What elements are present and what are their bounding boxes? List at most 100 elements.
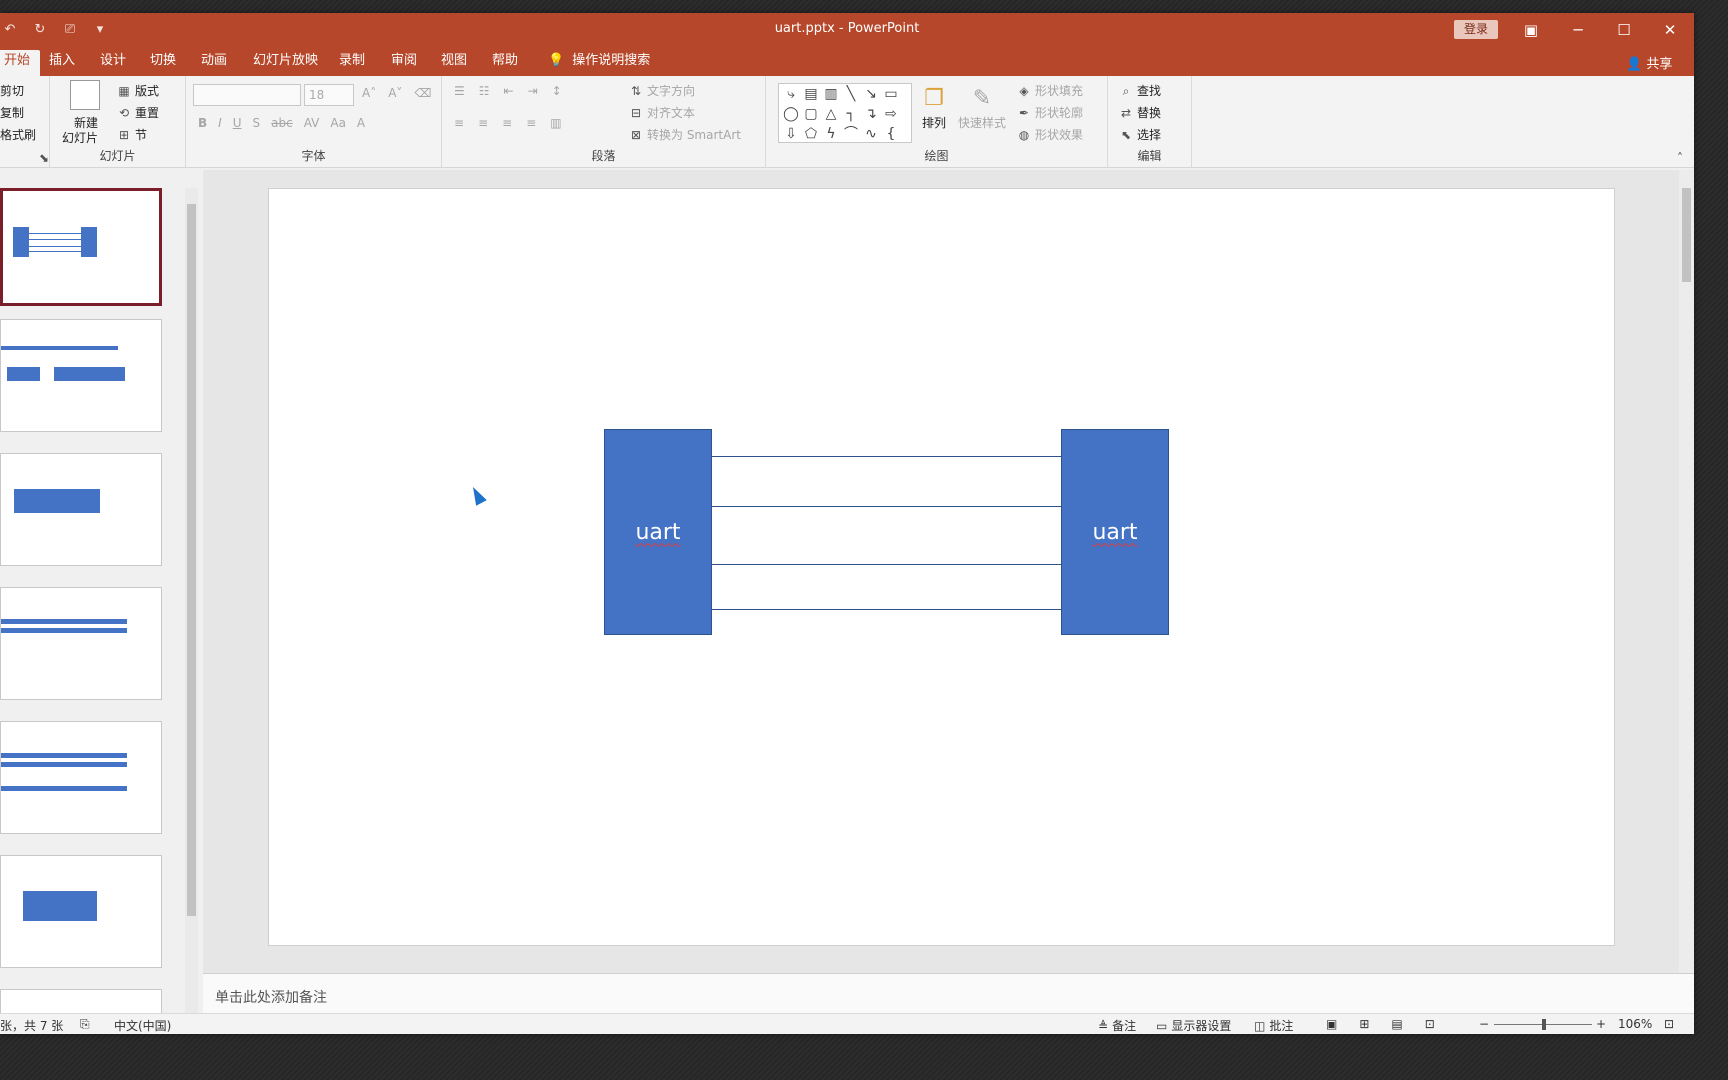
uart-left-shape[interactable]: uart: [604, 429, 712, 635]
slide-thumbnail-6[interactable]: [0, 855, 162, 968]
textbox-icon[interactable]: ▤: [801, 84, 821, 104]
thumbnails-scrollbar[interactable]: [185, 188, 198, 1024]
ribbon-display-options-icon[interactable]: ▣: [1508, 13, 1554, 46]
tab-slide-show[interactable]: 幻灯片放映: [243, 52, 328, 76]
strikethrough-icon[interactable]: abc: [271, 116, 293, 130]
normal-view-icon[interactable]: ▣: [1326, 1017, 1337, 1031]
slide-thumbnail-2[interactable]: [0, 319, 162, 432]
share-button[interactable]: 👤 共享: [1626, 53, 1672, 72]
lightning-icon[interactable]: ϟ: [821, 124, 841, 144]
notes-button[interactable]: ≜ 备注: [1098, 1017, 1136, 1034]
tab-insert[interactable]: 插入: [39, 52, 85, 76]
uart-right-shape[interactable]: uart: [1061, 429, 1169, 635]
layout-button[interactable]: ▦ 版式: [116, 82, 159, 99]
slide-scrollbar[interactable]: [1679, 170, 1694, 973]
tab-animations[interactable]: 动画: [191, 52, 237, 76]
tab-record[interactable]: 录制: [329, 52, 375, 76]
change-case-icon[interactable]: Aa: [330, 116, 346, 130]
comments-button[interactable]: ◫ 批注: [1254, 1017, 1293, 1034]
new-slide-icon[interactable]: [70, 80, 100, 110]
reset-button[interactable]: ⟲ 重置: [116, 104, 159, 121]
oval-icon[interactable]: ◯: [781, 104, 801, 124]
slide-scroll-thumb[interactable]: [1682, 188, 1691, 282]
slideshow-view-icon[interactable]: ⊡: [1425, 1017, 1435, 1031]
down-arrow-icon[interactable]: ⇩: [781, 124, 801, 144]
quick-styles-button[interactable]: ✎ 快速样式: [958, 86, 1006, 131]
columns-icon[interactable]: ▥: [550, 116, 561, 130]
arc-icon[interactable]: ⌒: [841, 124, 861, 144]
text-direction-button[interactable]: ⇅ 文字方向: [628, 82, 695, 99]
vertical-textbox-icon[interactable]: ▥: [821, 84, 841, 104]
shape-effects-button[interactable]: ◍ 形状效果: [1016, 126, 1083, 143]
grow-font-icon[interactable]: A˄: [362, 86, 376, 100]
reading-view-icon[interactable]: ▤: [1391, 1017, 1402, 1031]
tab-design[interactable]: 设计: [90, 52, 136, 76]
zoom-level[interactable]: 106%: [1618, 1017, 1652, 1031]
display-settings-button[interactable]: ▭ 显示器设置: [1156, 1017, 1231, 1034]
slide-sorter-icon[interactable]: ⊞: [1359, 1017, 1369, 1031]
new-slide-label-2[interactable]: 幻灯片: [62, 129, 98, 146]
increase-indent-icon[interactable]: ⇥: [528, 84, 538, 98]
connector-line-2[interactable]: [712, 506, 1061, 507]
zoom-out-icon[interactable]: −: [1479, 1017, 1489, 1031]
shadow-icon[interactable]: S: [253, 116, 261, 130]
slide-thumbnail-3[interactable]: [0, 453, 162, 566]
zoom-in-icon[interactable]: +: [1596, 1017, 1606, 1031]
justify-icon[interactable]: ≡: [526, 116, 536, 130]
slide-canvas[interactable]: uart uart: [268, 188, 1615, 946]
tab-home[interactable]: 开始: [0, 50, 41, 76]
font-color-icon[interactable]: A: [357, 116, 365, 130]
align-right-icon[interactable]: ≡: [502, 116, 512, 130]
close-icon[interactable]: ✕: [1647, 13, 1693, 46]
fit-to-window-icon[interactable]: ⊡: [1664, 1017, 1674, 1031]
underline-icon[interactable]: U: [233, 116, 242, 130]
align-text-button[interactable]: ⊟ 对齐文本: [628, 104, 695, 121]
copy-button[interactable]: 复制: [0, 104, 24, 121]
right-arrow-icon[interactable]: ⇨: [881, 104, 901, 124]
elbow-arrow-icon[interactable]: ↴: [861, 104, 881, 124]
wave-icon[interactable]: ∿: [861, 124, 881, 144]
char-spacing-icon[interactable]: AV: [304, 116, 320, 130]
accessibility-icon[interactable]: ⎘: [80, 1017, 90, 1032]
decrease-indent-icon[interactable]: ⇤: [504, 84, 514, 98]
tab-transitions[interactable]: 切换: [140, 52, 186, 76]
arrow-line-icon[interactable]: ↘: [861, 84, 881, 104]
clear-format-icon[interactable]: ⌫: [414, 86, 431, 100]
connector-line-1[interactable]: [712, 456, 1061, 457]
tab-view[interactable]: 视图: [431, 52, 477, 76]
replace-button[interactable]: ⇄ 替换: [1118, 104, 1161, 121]
shape-fill-button[interactable]: ◈ 形状填充: [1016, 82, 1083, 99]
smartart-button[interactable]: ⊠ 转换为 SmartArt: [628, 126, 741, 143]
minimize-icon[interactable]: ─: [1555, 13, 1601, 46]
line-spacing-icon[interactable]: ↕: [552, 84, 562, 98]
format-painter-button[interactable]: 格式刷: [0, 126, 36, 143]
font-size-combo[interactable]: 18: [304, 84, 354, 106]
tell-me-search[interactable]: 💡 操作说明搜索: [538, 52, 660, 76]
language-indicator[interactable]: 中文(中国): [114, 1017, 171, 1034]
rounded-rect-icon[interactable]: ▢: [801, 104, 821, 124]
slide-thumbnail-1[interactable]: [0, 188, 162, 306]
thumbnails-scroll-thumb[interactable]: [187, 204, 196, 916]
connector-line-4[interactable]: [712, 609, 1061, 610]
section-button[interactable]: ⊞ 节: [116, 126, 147, 143]
maximize-icon[interactable]: ☐: [1601, 13, 1647, 46]
find-button[interactable]: ⌕ 查找: [1118, 82, 1161, 99]
bullets-icon[interactable]: ☰: [454, 84, 465, 98]
zoom-slider-thumb[interactable]: [1542, 1019, 1546, 1030]
arrange-button[interactable]: ❐ 排列: [922, 86, 946, 131]
slide-thumbnail-4[interactable]: [0, 587, 162, 700]
select-button[interactable]: ⬉ 选择: [1118, 126, 1161, 143]
shape-outline-button[interactable]: ✒ 形状轮廓: [1016, 104, 1083, 121]
tab-help[interactable]: 帮助: [482, 52, 528, 76]
line-icon[interactable]: ╲: [841, 84, 861, 104]
connector-line-3[interactable]: [712, 564, 1061, 565]
slide-thumbnail-5[interactable]: [0, 721, 162, 834]
shrink-font-icon[interactable]: A˅: [388, 86, 402, 100]
align-left-icon[interactable]: ≡: [454, 116, 464, 130]
rectangle-icon[interactable]: ▭: [881, 84, 901, 104]
shapes-gallery[interactable]: ⤷ ▤ ▥ ╲ ↘ ▭ ◯ ▢ △ ┐ ↴ ⇨ ⇩ ⬠ ϟ ⌒ ∿{: [778, 83, 912, 143]
italic-icon[interactable]: I: [218, 116, 222, 130]
align-center-icon[interactable]: ≡: [478, 116, 488, 130]
tab-review[interactable]: 审阅: [381, 52, 427, 76]
bold-icon[interactable]: B: [198, 116, 207, 130]
